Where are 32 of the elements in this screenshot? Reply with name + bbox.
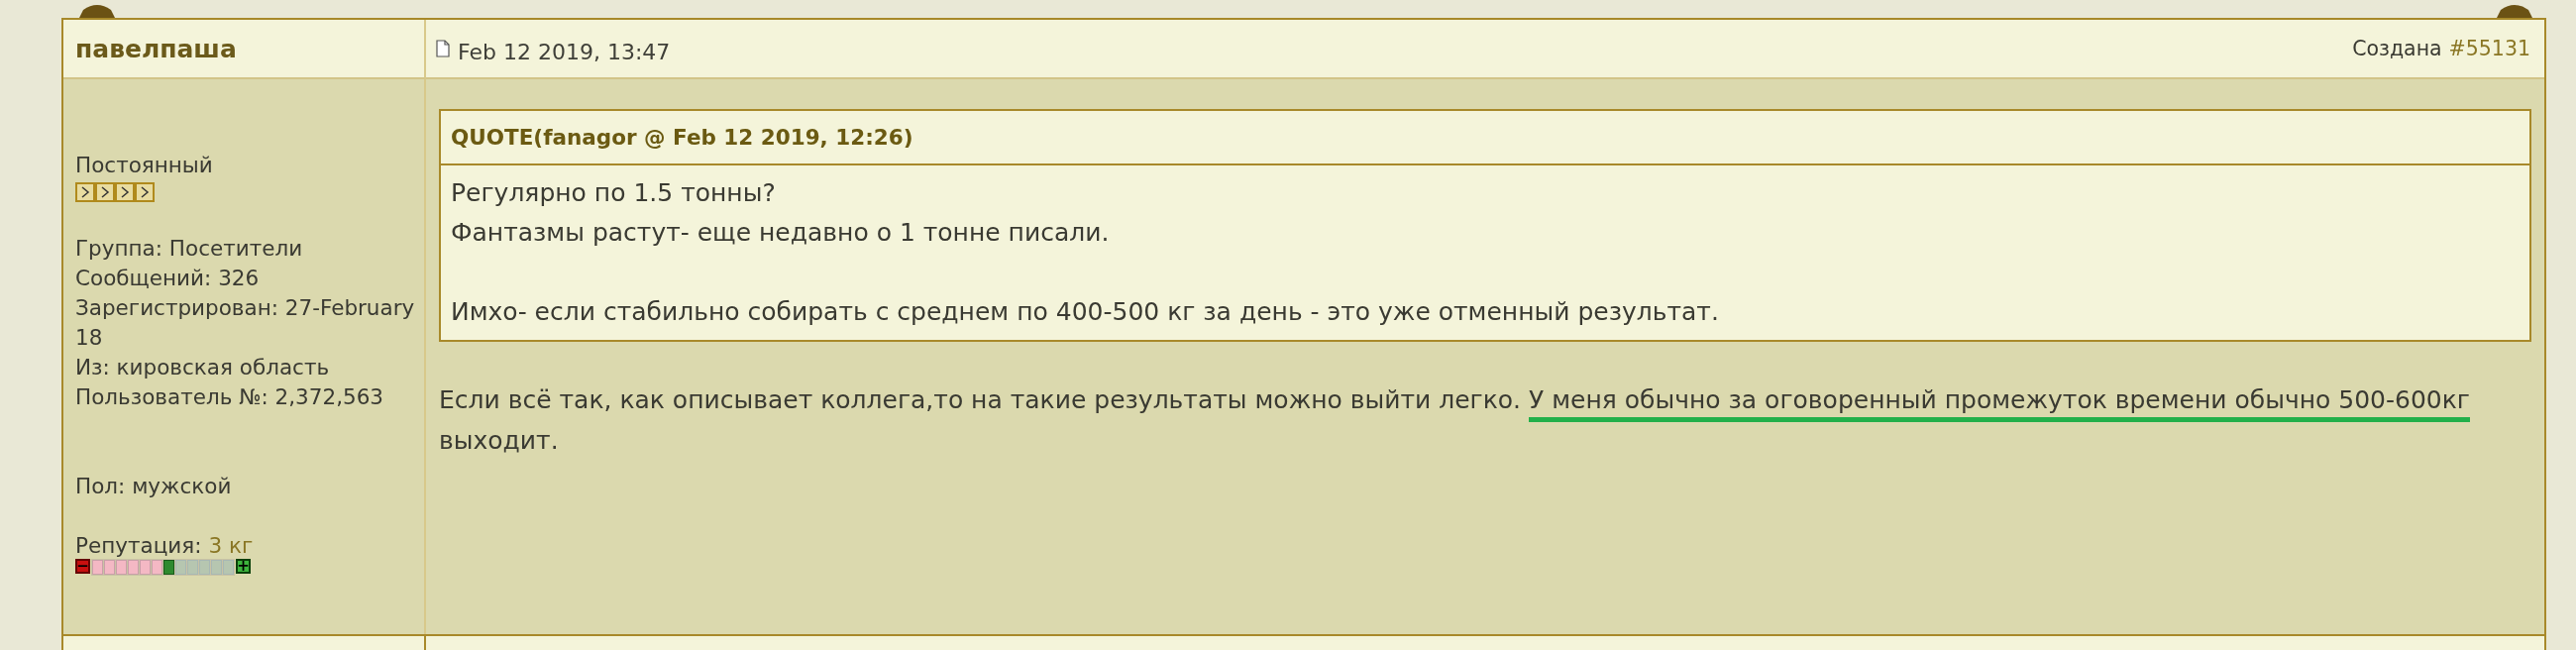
profile-detail: Из: кировская область	[75, 354, 331, 381]
meter-segment	[199, 560, 210, 575]
meter-segment	[140, 560, 151, 575]
meter-segment	[175, 560, 186, 575]
reputation-label: Репутация:	[75, 532, 202, 560]
profile-detail: Группа: Посетители	[75, 235, 304, 263]
meter-segment	[187, 560, 198, 575]
meter-segment	[128, 560, 139, 575]
meter-segment	[116, 560, 127, 575]
meter-segment	[92, 560, 103, 575]
profile-detail: Зарегистрирован: 27-February 18	[75, 294, 416, 352]
meter-segment	[223, 560, 234, 575]
reputation-value: 3 кг	[208, 532, 254, 560]
post-date: Feb 12 2019, 13:47	[458, 39, 671, 64]
quote-text: Регулярно по 1.5 тонны?	[451, 177, 777, 209]
meter-segment	[211, 560, 222, 575]
meter-segment	[152, 560, 162, 575]
minus-button[interactable]: −	[75, 559, 90, 574]
meter-segment	[104, 560, 115, 575]
document-icon	[436, 40, 450, 57]
profile-gender: Пол: мужской	[75, 473, 233, 500]
quote-header: QUOTE(fanagor @ Feb 12 2019, 12:26)	[441, 111, 2529, 165]
quote-text: Фантазмы растут- еще недавно о 1 тонне писали.	[451, 217, 1111, 249]
profile-detail: Сообщений: 326	[75, 265, 261, 292]
created-label: Создана	[2352, 37, 2442, 60]
profile-detail: Пользователь №: 2,372,563	[75, 383, 385, 411]
quote-text: Имхо- если стабильно собирать с среднем по 400-500 кг за день - это уже отменный результат.	[451, 296, 1720, 328]
author-name[interactable]: павелпаша	[75, 34, 237, 63]
message-text: Если всё так, как описывает коллега,то на такие результаты можно выйти легко. У меня обычно за оговоренный промежуток времени обычно 500-600кг выходит.	[439, 384, 2471, 457]
rank-title: Постоянный	[75, 152, 214, 179]
plus-button[interactable]: +	[236, 559, 251, 574]
post-number-link[interactable]: #55131	[2448, 37, 2530, 60]
